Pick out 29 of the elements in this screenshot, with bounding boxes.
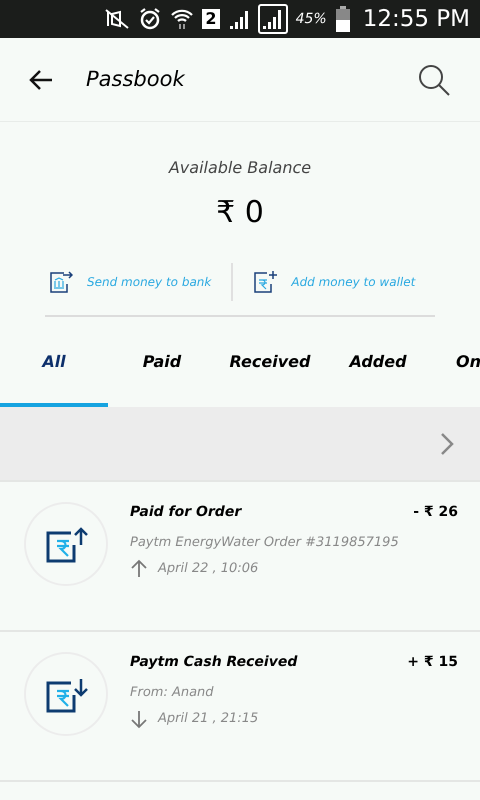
transaction-title: Paytm Cash Received bbox=[130, 653, 298, 672]
balance-label: Available Balance bbox=[168, 157, 312, 179]
transaction-detail: From: Anand bbox=[130, 684, 215, 702]
mute-icon bbox=[104, 8, 130, 30]
wifi-icon bbox=[170, 7, 194, 31]
sim-badge: 2 bbox=[202, 9, 220, 29]
balance-amount: ₹ 0 bbox=[216, 194, 264, 232]
page-title: Passbook bbox=[86, 66, 185, 93]
filter-tab[interactable]: On bbox=[432, 320, 480, 407]
transaction-time: April 21 , 21:15 bbox=[158, 710, 258, 728]
battery-icon bbox=[334, 6, 351, 32]
transaction-time: April 22 , 10:06 bbox=[158, 560, 258, 578]
add-money-icon bbox=[253, 270, 278, 294]
alarm-icon bbox=[138, 7, 162, 31]
chevron-right-icon[interactable] bbox=[440, 432, 454, 456]
signal-icon bbox=[228, 9, 250, 29]
transaction-detail: Paytm EnergyWater Order #3119857195 bbox=[130, 534, 400, 552]
transaction-amount: - ₹ 26 bbox=[413, 503, 458, 522]
up-arrow-icon bbox=[130, 558, 148, 578]
transaction-amount: + ₹ 15 bbox=[407, 653, 458, 672]
bank-transfer-icon bbox=[49, 270, 73, 294]
filter-tab[interactable]: Added bbox=[324, 320, 432, 407]
filter-tab[interactable]: Paid bbox=[108, 320, 216, 407]
filter-tab[interactable]: Received bbox=[216, 320, 324, 407]
clock-time: 12:55 PM bbox=[362, 4, 470, 34]
battery-percent: 45% bbox=[296, 10, 327, 28]
transaction-title: Paid for Order bbox=[130, 503, 242, 522]
signal-icon bbox=[258, 4, 288, 34]
down-arrow-icon bbox=[130, 708, 148, 728]
